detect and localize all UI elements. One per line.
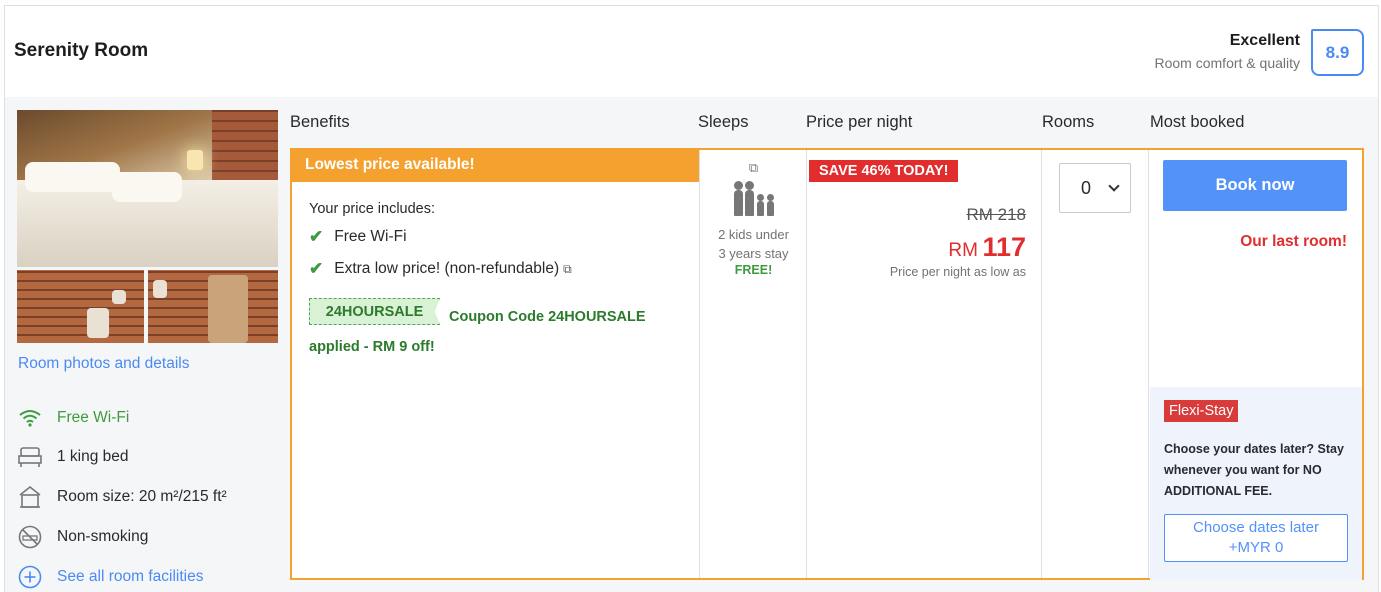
save-percent-badge: SAVE 46% TODAY! bbox=[809, 160, 959, 182]
flexi-stay-badge: Flexi-Stay bbox=[1164, 400, 1239, 422]
benefit-item: ✔ Free Wi-Fi bbox=[309, 227, 407, 247]
facility-label: 1 king bed bbox=[57, 448, 129, 465]
choose-dates-later-button[interactable]: Choose dates later +MYR 0 bbox=[1164, 514, 1348, 562]
sleeps-kids-text: 2 kids under 3 years stay bbox=[718, 227, 789, 261]
room-card: Serenity Room Excellent Room comfort & q… bbox=[4, 5, 1379, 592]
original-price: RM 218 bbox=[966, 205, 1026, 224]
room-thumbnail-photo[interactable] bbox=[17, 270, 144, 343]
benefit-label: Free Wi-Fi bbox=[334, 228, 407, 245]
room-title: Serenity Room bbox=[14, 40, 149, 61]
facility-label: Room size: 20 m²/215 ft² bbox=[57, 488, 227, 505]
book-now-button[interactable]: Book now bbox=[1163, 160, 1347, 211]
review-summary: Excellent Room comfort & quality bbox=[1155, 32, 1301, 71]
column-header-most-booked: Most booked bbox=[1150, 113, 1245, 131]
review-label: Excellent bbox=[1229, 32, 1300, 49]
facility-wifi: Free Wi-Fi bbox=[17, 405, 129, 431]
bed-icon bbox=[17, 444, 43, 470]
external-info-icon[interactable]: ⧉ bbox=[563, 262, 572, 277]
plus-circle-icon bbox=[17, 564, 43, 590]
flexi-stay-panel: Flexi-Stay Choose your dates later? Stay… bbox=[1150, 387, 1362, 580]
flexi-stay-description: Choose your dates later? Stay whenever y… bbox=[1164, 442, 1344, 498]
room-size-icon bbox=[17, 484, 43, 510]
external-info-icon[interactable]: ⧉ bbox=[700, 160, 807, 176]
review-score-badge: 8.9 bbox=[1311, 29, 1364, 76]
benefit-label: Extra low price! (non-refundable) bbox=[334, 260, 560, 277]
rooms-select[interactable]: 0 bbox=[1059, 163, 1131, 213]
review-subtitle: Room comfort & quality bbox=[1154, 55, 1301, 71]
room-photos-link[interactable]: Room photos and details bbox=[18, 355, 189, 373]
benefit-item: ✔ Extra low price! (non-refundable) ⧉ bbox=[309, 259, 572, 279]
room-header: Serenity Room Excellent Room comfort & q… bbox=[5, 6, 1378, 97]
column-header-benefits: Benefits bbox=[290, 113, 350, 131]
price-amount: 117 bbox=[982, 232, 1026, 262]
facility-bed: 1 king bed bbox=[17, 444, 129, 470]
facility-non-smoking: Non-smoking bbox=[17, 524, 148, 550]
checkmark-icon: ✔ bbox=[309, 259, 324, 278]
lowest-price-banner: Lowest price available! bbox=[292, 150, 699, 182]
sleeps-free-label: FREE! bbox=[734, 263, 773, 277]
facility-label: Free Wi-Fi bbox=[57, 409, 130, 426]
last-room-notice: Our last room! bbox=[1240, 233, 1347, 250]
offer-row: Lowest price available! Your price inclu… bbox=[290, 148, 1364, 580]
room-thumbnail-photo[interactable] bbox=[148, 270, 278, 343]
price-includes-title: Your price includes: bbox=[309, 201, 436, 217]
facility-room-size: Room size: 20 m²/215 ft² bbox=[17, 484, 227, 510]
chevron-down-icon bbox=[1108, 180, 1120, 192]
price-currency: RM bbox=[948, 240, 978, 261]
price-note: Price per night as low as bbox=[889, 265, 1026, 279]
checkmark-icon: ✔ bbox=[309, 227, 324, 246]
rooms-selected-value: 0 bbox=[1081, 177, 1092, 198]
coupon-code-badge: 24HOURSALE bbox=[309, 298, 440, 325]
occupancy-icon bbox=[700, 181, 807, 216]
room-main-photo[interactable] bbox=[17, 110, 278, 267]
current-price: RM 117 bbox=[948, 232, 1026, 263]
sleeps-cell: ⧉ 2 kids under 3 years stay FREE! bbox=[700, 150, 807, 277]
column-header-rooms: Rooms bbox=[1042, 113, 1095, 131]
facility-label: Non-smoking bbox=[57, 528, 149, 545]
see-all-facilities-link[interactable]: See all room facilities bbox=[17, 564, 203, 590]
column-header-price: Price per night bbox=[806, 113, 913, 131]
facility-label[interactable]: See all room facilities bbox=[57, 568, 203, 586]
wifi-icon bbox=[17, 405, 43, 431]
no-smoking-icon bbox=[17, 524, 43, 550]
column-header-sleeps: Sleeps bbox=[698, 113, 749, 131]
